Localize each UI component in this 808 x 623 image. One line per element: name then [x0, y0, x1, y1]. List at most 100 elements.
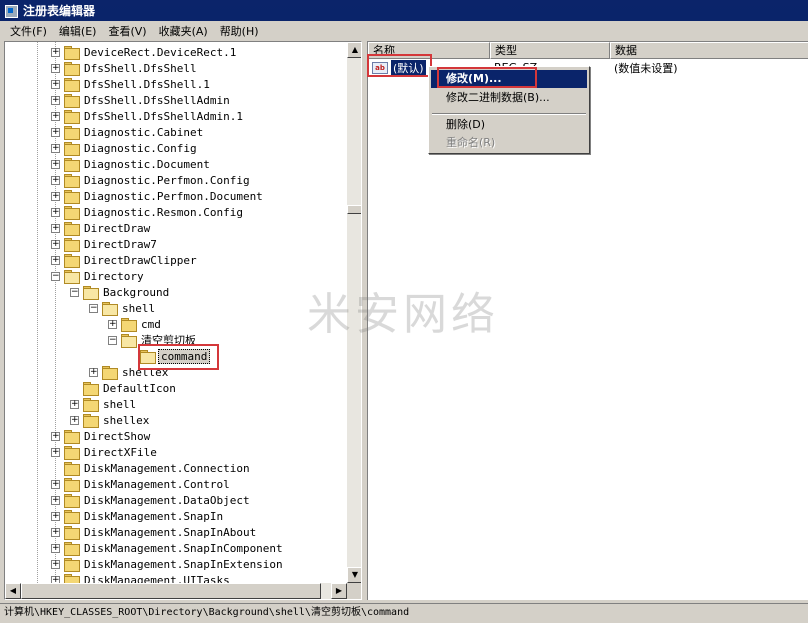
folder-icon	[83, 286, 99, 300]
folder-icon	[64, 206, 80, 220]
tree-node[interactable]: + Diagnostic.Resmon.Config	[51, 204, 245, 220]
tree-node[interactable]: + DiskManagement.SnapInComponent	[51, 540, 285, 556]
collapse-icon[interactable]: −	[70, 287, 79, 297]
scroll-right-arrow-icon[interactable]: ▶	[331, 583, 347, 599]
expand-icon[interactable]: +	[51, 111, 60, 121]
tree-node-label: DirectXFile	[84, 445, 157, 459]
menu-help[interactable]: 帮助(H)	[214, 23, 265, 39]
menu-favorites[interactable]: 收藏夹(A)	[153, 23, 214, 39]
expand-icon[interactable]: +	[51, 79, 60, 89]
column-header-data[interactable]: 数据	[610, 42, 808, 59]
title-bar[interactable]: 注册表编辑器	[0, 0, 808, 21]
tree-node[interactable]: + cmd	[108, 316, 163, 332]
expand-icon[interactable]: +	[51, 223, 60, 233]
tree-node[interactable]: + Diagnostic.Cabinet	[51, 124, 205, 140]
tree-node-label: DiskManagement.SnapInComponent	[84, 541, 283, 555]
collapse-icon[interactable]: −	[108, 335, 117, 345]
folder-icon	[64, 526, 80, 540]
expand-icon[interactable]: +	[51, 47, 60, 57]
tree-node[interactable]: + DiskManagement.Control	[51, 476, 232, 492]
expand-icon[interactable]: +	[51, 95, 60, 105]
expand-icon[interactable]: +	[51, 143, 60, 153]
tree-node-label: Diagnostic.Resmon.Config	[84, 205, 243, 219]
column-header-type[interactable]: 类型	[490, 42, 610, 59]
tree-node[interactable]: + shellex	[70, 412, 151, 428]
list-header: 名称 类型 数据	[368, 42, 808, 59]
folder-icon	[64, 542, 80, 556]
tree-node[interactable]: DiskManagement.Connection	[51, 460, 252, 476]
expand-icon[interactable]: +	[51, 175, 60, 185]
expand-icon[interactable]: +	[51, 431, 60, 441]
folder-icon	[64, 110, 80, 124]
expand-icon[interactable]: +	[51, 495, 60, 505]
tree-node[interactable]: + DirectDraw	[51, 220, 152, 236]
expand-icon[interactable]: +	[51, 527, 60, 537]
expand-icon[interactable]: +	[51, 255, 60, 265]
tree-node[interactable]: + Diagnostic.Config	[51, 140, 199, 156]
folder-icon	[64, 94, 80, 108]
tree-node[interactable]: + Diagnostic.Perfmon.Document	[51, 188, 265, 204]
horizontal-scroll-thumb[interactable]	[21, 583, 321, 599]
menu-edit[interactable]: 编辑(E)	[53, 23, 103, 39]
tree-node[interactable]: + DirectXFile	[51, 444, 159, 460]
tree-node[interactable]: + DirectShow	[51, 428, 152, 444]
menu-view[interactable]: 查看(V)	[102, 23, 152, 39]
scroll-up-arrow-icon[interactable]: ▲	[347, 42, 361, 58]
expand-icon[interactable]: +	[51, 543, 60, 553]
expand-icon[interactable]: +	[70, 399, 79, 409]
registry-tree: + DeviceRect.DeviceRect.1 + DfsShell.DfsShe…	[5, 42, 347, 588]
tree-node[interactable]: + DirectDrawClipper	[51, 252, 199, 268]
expand-icon[interactable]: +	[51, 63, 60, 73]
tree-node[interactable]: + Diagnostic.Document	[51, 156, 212, 172]
menu-item-delete[interactable]: 删除(D)	[431, 116, 587, 134]
tree-node[interactable]: + DfsShell.DfsShell	[51, 60, 199, 76]
vertical-scroll-thumb[interactable]	[347, 205, 361, 214]
expand-icon[interactable]: +	[70, 415, 79, 425]
tree-node[interactable]: + DiskManagement.DataObject	[51, 492, 252, 508]
tree-node[interactable]: DefaultIcon	[70, 380, 178, 396]
tree-node[interactable]: − shell	[89, 300, 157, 316]
tree-node[interactable]: + DeviceRect.DeviceRect.1	[51, 44, 238, 60]
tree-node[interactable]: + DiskManagement.SnapIn	[51, 508, 225, 524]
tree-node-label: cmd	[141, 317, 161, 331]
expand-icon[interactable]: +	[51, 239, 60, 249]
scroll-left-arrow-icon[interactable]: ◀	[5, 583, 21, 599]
regedit-app-icon	[4, 4, 18, 18]
expand-icon[interactable]: +	[51, 447, 60, 457]
expand-icon[interactable]: +	[51, 159, 60, 169]
folder-icon	[64, 222, 80, 236]
expand-icon[interactable]: +	[51, 127, 60, 137]
tree-node[interactable]: + Diagnostic.Perfmon.Config	[51, 172, 252, 188]
tree-node-label: DiskManagement.Connection	[84, 461, 250, 475]
expand-icon[interactable]: +	[51, 479, 60, 489]
menu-item-modify-binary[interactable]: 修改二进制数据(B)...	[431, 89, 587, 107]
tree-node-label: DiskManagement.SnapInExtension	[84, 557, 283, 571]
collapse-icon[interactable]: −	[51, 271, 60, 281]
expand-icon[interactable]: +	[51, 511, 60, 521]
tree-node-label: DirectDraw7	[84, 237, 157, 251]
tree-guide-line	[37, 42, 38, 583]
tree-node[interactable]: + DfsShell.DfsShellAdmin.1	[51, 108, 245, 124]
expand-icon[interactable]: +	[51, 207, 60, 217]
scroll-down-arrow-icon[interactable]: ▼	[347, 567, 361, 583]
folder-icon	[64, 462, 80, 476]
menu-file[interactable]: 文件(F)	[4, 23, 53, 39]
tree-node[interactable]: − Directory	[51, 268, 146, 284]
folder-icon	[64, 270, 80, 284]
expand-icon[interactable]: +	[108, 319, 117, 329]
folder-icon	[121, 334, 137, 348]
tree-node[interactable]: + DiskManagement.SnapInAbout	[51, 524, 258, 540]
expand-icon[interactable]: +	[89, 367, 98, 377]
expand-icon[interactable]: +	[51, 559, 60, 569]
tree-vertical-scrollbar[interactable]: ▲ ▼	[347, 42, 361, 583]
folder-icon	[64, 158, 80, 172]
collapse-icon[interactable]: −	[89, 303, 98, 313]
expand-icon[interactable]: +	[51, 191, 60, 201]
tree-node[interactable]: + DirectDraw7	[51, 236, 159, 252]
tree-horizontal-scrollbar[interactable]: ◀ ▶	[5, 583, 347, 599]
tree-node[interactable]: + DfsShell.DfsShell.1	[51, 76, 212, 92]
tree-node[interactable]: − Background	[70, 284, 171, 300]
tree-node[interactable]: + DfsShell.DfsShellAdmin	[51, 92, 232, 108]
tree-node[interactable]: + shell	[70, 396, 138, 412]
tree-node[interactable]: + DiskManagement.SnapInExtension	[51, 556, 285, 572]
